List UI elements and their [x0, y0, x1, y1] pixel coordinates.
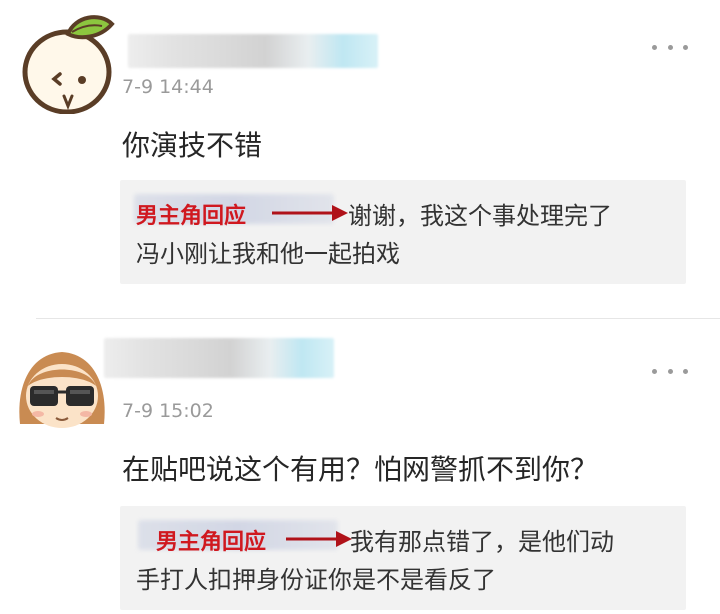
sunglasses-girl-avatar-icon: [19, 352, 105, 428]
username-blurred[interactable]: [104, 338, 334, 378]
divider: [36, 318, 720, 319]
timestamp: 7-9 14:44: [122, 76, 214, 98]
timestamp: 7-9 15:02: [122, 400, 214, 422]
comment-item: 7-9 14:44 你演技不错 男主角回应 谢谢，我这个事处理完了 冯小刚让我和…: [0, 0, 720, 320]
more-options-icon[interactable]: [652, 42, 688, 52]
reply-box[interactable]: 男主角回应 我有那点错了，是他们动 手打人扣押身份证你是不是看反了: [120, 506, 686, 610]
red-arrow-icon: [272, 205, 348, 221]
avatar[interactable]: [12, 346, 112, 432]
reply-text-line-1: 我有那点错了，是他们动: [350, 528, 614, 556]
reply-text-line-2: 冯小刚让我和他一起拍戏: [136, 240, 400, 268]
reply-text-line-1: 谢谢，我这个事处理完了: [348, 202, 612, 230]
more-options-icon[interactable]: [652, 366, 688, 376]
comment-text: 在贴吧说这个有用？怕网警抓不到你？: [122, 453, 599, 486]
orange-avatar-icon: [22, 15, 115, 115]
avatar[interactable]: [20, 14, 116, 115]
username-blurred[interactable]: [128, 34, 378, 68]
reply-tag: 男主角回应: [136, 204, 247, 229]
comment-item: 7-9 15:02 在贴吧说这个有用？怕网警抓不到你？ 男主角回应 我有那点错了…: [0, 320, 720, 614]
red-arrow-icon: [286, 531, 352, 547]
comment-text: 你演技不错: [122, 129, 263, 162]
reply-box[interactable]: 男主角回应 谢谢，我这个事处理完了 冯小刚让我和他一起拍戏: [120, 180, 686, 284]
reply-tag: 男主角回应: [156, 530, 267, 555]
reply-text-line-2: 手打人扣押身份证你是不是看反了: [136, 566, 496, 594]
